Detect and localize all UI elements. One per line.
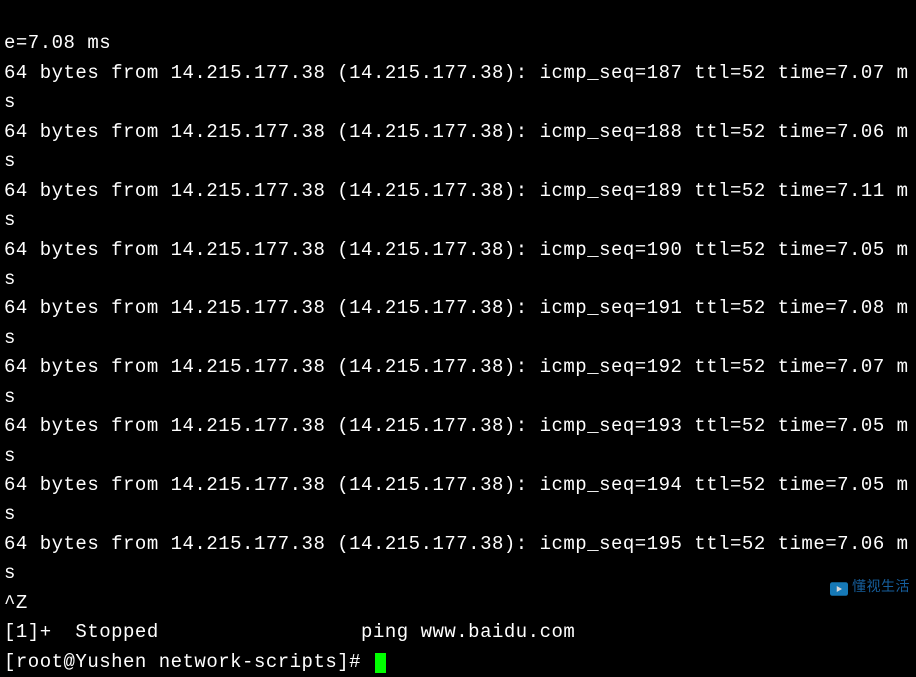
terminal-output[interactable]: e=7.08 ms 64 bytes from 14.215.177.38 (1…: [0, 0, 916, 677]
play-icon: [830, 582, 848, 596]
watermark-text: 懂视生活: [852, 578, 910, 600]
watermark: 懂视生活: [830, 578, 910, 600]
suspend-signal: ^Z: [4, 592, 28, 614]
ping-line-partial: e=7.08 ms: [4, 32, 111, 54]
job-status-line: [1]+ Stopped ping www.baidu.com: [4, 621, 575, 643]
ping-responses-container: 64 bytes from 14.215.177.38 (14.215.177.…: [4, 59, 912, 589]
cursor-icon[interactable]: [375, 653, 386, 673]
shell-prompt: [root@Yushen network-scripts]#: [4, 651, 373, 673]
